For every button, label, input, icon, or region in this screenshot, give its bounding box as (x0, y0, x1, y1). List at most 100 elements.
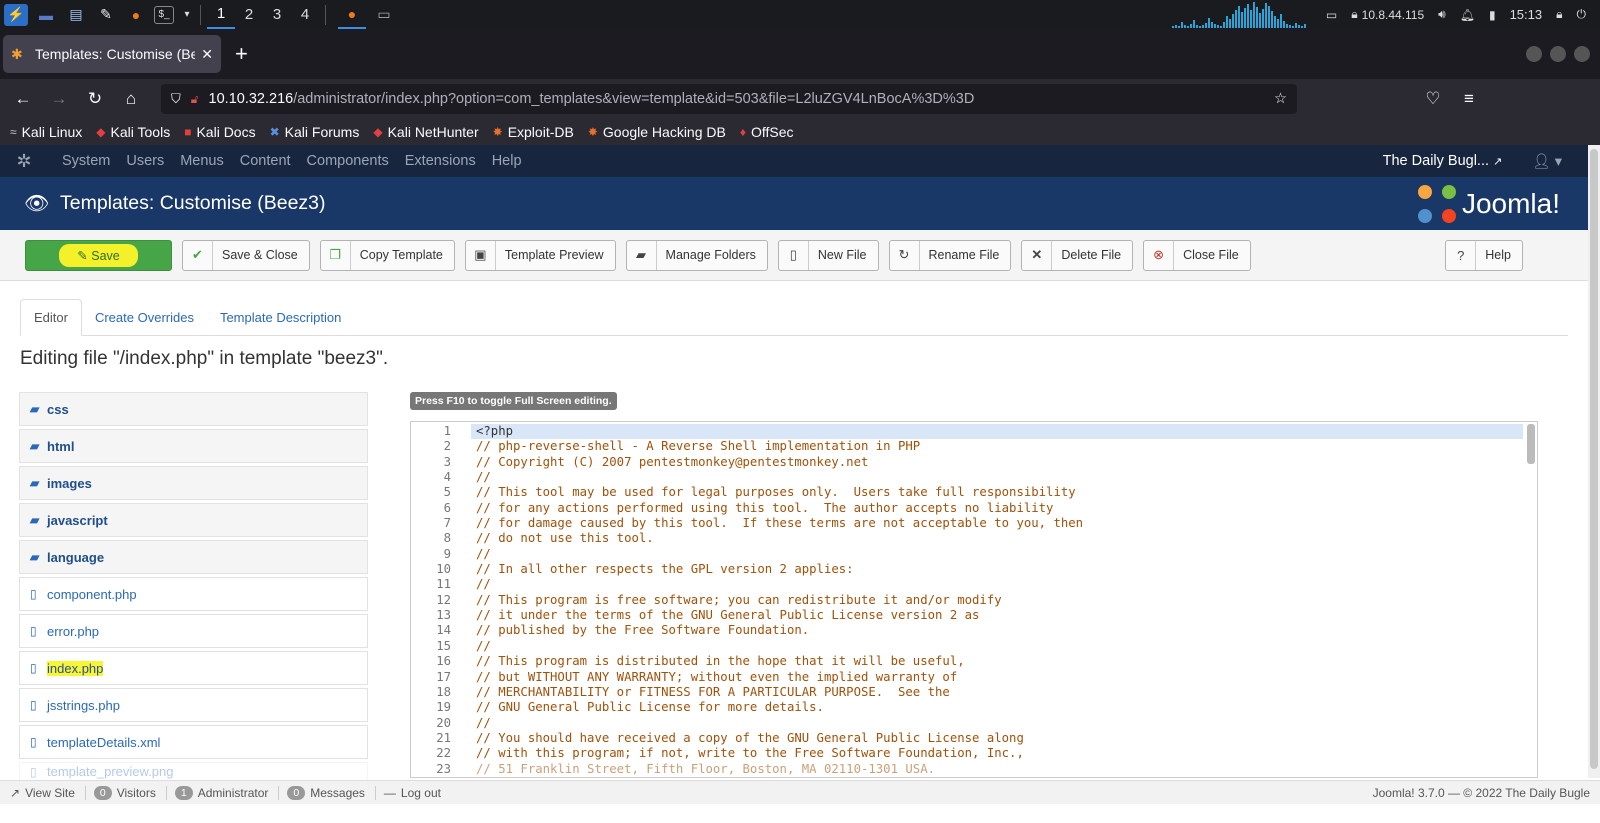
bookmark-kali-tools[interactable]: ◆ Kali Tools (96, 124, 170, 140)
tab-template-description[interactable]: Template Description (207, 300, 354, 335)
terminal-window-icon[interactable]: ▭ (372, 4, 396, 26)
bookmark-kali-docs[interactable]: ■ Kali Docs (184, 124, 255, 140)
help-button[interactable]: ? Help (1445, 239, 1523, 271)
firefox-launcher-icon[interactable]: ● (124, 4, 148, 26)
bookmark-kali-linux[interactable]: ≈ Kali Linux (10, 124, 82, 140)
workspace-1[interactable]: 1 (207, 0, 235, 29)
page-scrollbar-thumb[interactable] (1590, 149, 1598, 769)
code-editor[interactable]: 1 <?php 2 // php-reverse-shell - A Reverse … (410, 421, 1538, 778)
code-line[interactable]: 21 // You should have received a copy of … (436, 731, 1523, 746)
code-lines[interactable]: 1 <?php 2 // php-reverse-shell - A Reverse … (436, 424, 1523, 777)
file-component-php[interactable]: ▯ component.php (19, 577, 368, 611)
new-tab-icon[interactable]: + (235, 41, 248, 67)
new-file-button[interactable]: ▯ New File (777, 239, 879, 271)
code-line[interactable]: 3 // Copyright (C) 2007 pentestmonkey@pen… (444, 455, 1523, 470)
visitors-status[interactable]: 0 Visitors (93, 785, 167, 800)
menu-system[interactable]: System (62, 153, 110, 169)
rename-file-button[interactable]: ↻ Rename File (888, 239, 1012, 271)
code-line[interactable]: 15 // (436, 639, 1523, 654)
code-line[interactable]: 11 // (436, 577, 1523, 592)
clock[interactable]: 15:13 (1510, 7, 1543, 22)
code-line[interactable]: 6 // for any actions performed using this… (444, 501, 1523, 516)
logout-link[interactable]: — Log out (384, 786, 451, 800)
file-error-php[interactable]: ▯ error.php (19, 614, 368, 648)
folder-images[interactable]: ▰ images (19, 466, 368, 500)
close-tab-icon[interactable]: ✕ (201, 46, 213, 63)
close-window-icon[interactable] (1574, 46, 1590, 62)
user-menu-icon[interactable]: 👤︎ ▾ (1532, 153, 1562, 170)
kali-menu-icon[interactable]: ⚡ (4, 3, 28, 26)
app-menu-icon[interactable]: ≡ (1451, 89, 1487, 109)
back-icon[interactable]: ← (5, 89, 41, 109)
code-line[interactable]: 23 // 51 Franklin Street, Fifth Floor, Bo… (436, 762, 1523, 777)
workspace-2[interactable]: 2 (235, 0, 263, 29)
folder-language[interactable]: ▰ language (19, 540, 368, 574)
reload-icon[interactable]: ↻ (77, 89, 113, 109)
joomla-logo-icon[interactable]: ✲ (0, 151, 48, 172)
menu-help[interactable]: Help (492, 153, 522, 169)
code-line[interactable]: 22 // with this program; if not, write to… (436, 746, 1523, 761)
code-line[interactable]: 5 // This tool may be used for legal purp… (444, 485, 1523, 500)
code-line[interactable]: 18 // MERCHANTABILITY or FITNESS FOR A PA… (436, 685, 1523, 700)
workspace-4[interactable]: 4 (291, 0, 319, 29)
power-icon[interactable]: ⏻ (1577, 7, 1587, 22)
administrator-status[interactable]: 1 Administrator (174, 785, 280, 800)
view-site-link[interactable]: ↗ View Site (10, 785, 86, 800)
code-line[interactable]: 17 // but WITHOUT ANY WARRANTY; without e… (436, 670, 1523, 685)
menu-content[interactable]: Content (240, 153, 291, 169)
battery-icon[interactable]: ▮ (1489, 8, 1496, 22)
code-line[interactable]: 7 // for damage caused by this tool. If t… (444, 516, 1523, 531)
tab-create-overrides[interactable]: Create Overrides (82, 300, 207, 335)
workspace-3[interactable]: 3 (263, 0, 291, 29)
save-button[interactable]: ✎ Save (25, 239, 172, 271)
code-line[interactable]: 13 // it under the terms of the GNU Gener… (436, 608, 1523, 623)
firefox-window-icon[interactable]: ● (338, 0, 366, 29)
code-line[interactable]: 1 <?php (444, 424, 1523, 440)
folder-html[interactable]: ▰ html (19, 429, 368, 463)
menu-menus[interactable]: Menus (180, 153, 224, 169)
code-line[interactable]: 9 // (444, 547, 1523, 562)
file-manager-icon[interactable]: ▤ (64, 4, 88, 26)
monitor-icon[interactable]: ▭ (1326, 8, 1337, 22)
copy-template-button[interactable]: ❐ Copy Template (319, 239, 455, 271)
template-preview-button[interactable]: ▣ Template Preview (464, 239, 616, 271)
tab-editor[interactable]: Editor (20, 299, 82, 336)
insecure-lock-icon[interactable]: 🔓︎ (191, 92, 199, 107)
url-bar[interactable]: ⛉ 🔓︎ 10.10.32.216/administrator/index.ph… (161, 84, 1297, 114)
bookmark-kali-forums[interactable]: ✖ Kali Forums (270, 124, 360, 140)
forward-icon[interactable]: → (41, 89, 77, 109)
file-jsstrings-php[interactable]: ▯ jsstrings.php (19, 688, 368, 722)
delete-file-button[interactable]: ✕ Delete File (1021, 239, 1134, 271)
browser-tab[interactable]: ✱ Templates: Customise (Beez3) ✕ (3, 35, 221, 73)
code-line[interactable]: 4 // (444, 470, 1523, 485)
page-scrollbar[interactable] (1588, 145, 1600, 778)
lock-screen-icon[interactable]: 🔒︎ (1556, 7, 1562, 22)
messages-status[interactable]: 0 Messages (287, 785, 376, 800)
menu-extensions[interactable]: Extensions (405, 153, 476, 169)
bookmark-google-hacking-db[interactable]: ✸ Google Hacking DB (588, 124, 726, 140)
site-link[interactable]: The Daily Bugl... ↗ (1383, 153, 1503, 169)
terminal-icon[interactable]: $_ (154, 5, 174, 24)
chevron-down-icon[interactable]: ▾ (180, 4, 194, 26)
bookmark-offsec[interactable]: ♦ OffSec (740, 124, 794, 140)
notification-bell-icon[interactable]: 🔔︎ (1460, 8, 1475, 22)
maximize-window-icon[interactable] (1550, 46, 1566, 62)
text-editor-icon[interactable]: ✎ (94, 4, 118, 26)
code-line[interactable]: 10 // In all other respects the GPL versi… (436, 562, 1523, 577)
folder-javascript[interactable]: ▰ javascript (19, 503, 368, 537)
bookmark-kali-nethunter[interactable]: ◆ Kali NetHunter (373, 124, 478, 140)
file-template-preview-png[interactable]: ▯ template_preview.png (19, 762, 368, 780)
menu-users[interactable]: Users (126, 153, 164, 169)
bookmark-exploit-db[interactable]: ✸ Exploit-DB (493, 124, 574, 140)
menu-components[interactable]: Components (307, 153, 389, 169)
save-close-button[interactable]: ✔ Save & Close (182, 239, 310, 271)
manage-folders-button[interactable]: ▰ Manage Folders (625, 239, 768, 271)
volume-icon[interactable]: 🔊︎ (1438, 7, 1446, 22)
close-file-button[interactable]: ⊗ Close File (1143, 239, 1251, 271)
desktop-icon[interactable]: ▬ (34, 4, 58, 26)
code-line[interactable]: 20 // (436, 716, 1523, 731)
folder-css[interactable]: ▰ css (19, 392, 368, 426)
home-icon[interactable]: ⌂ (113, 89, 149, 109)
bookmark-star-icon[interactable]: ☆ (1274, 91, 1287, 107)
minimize-window-icon[interactable] (1526, 46, 1542, 62)
